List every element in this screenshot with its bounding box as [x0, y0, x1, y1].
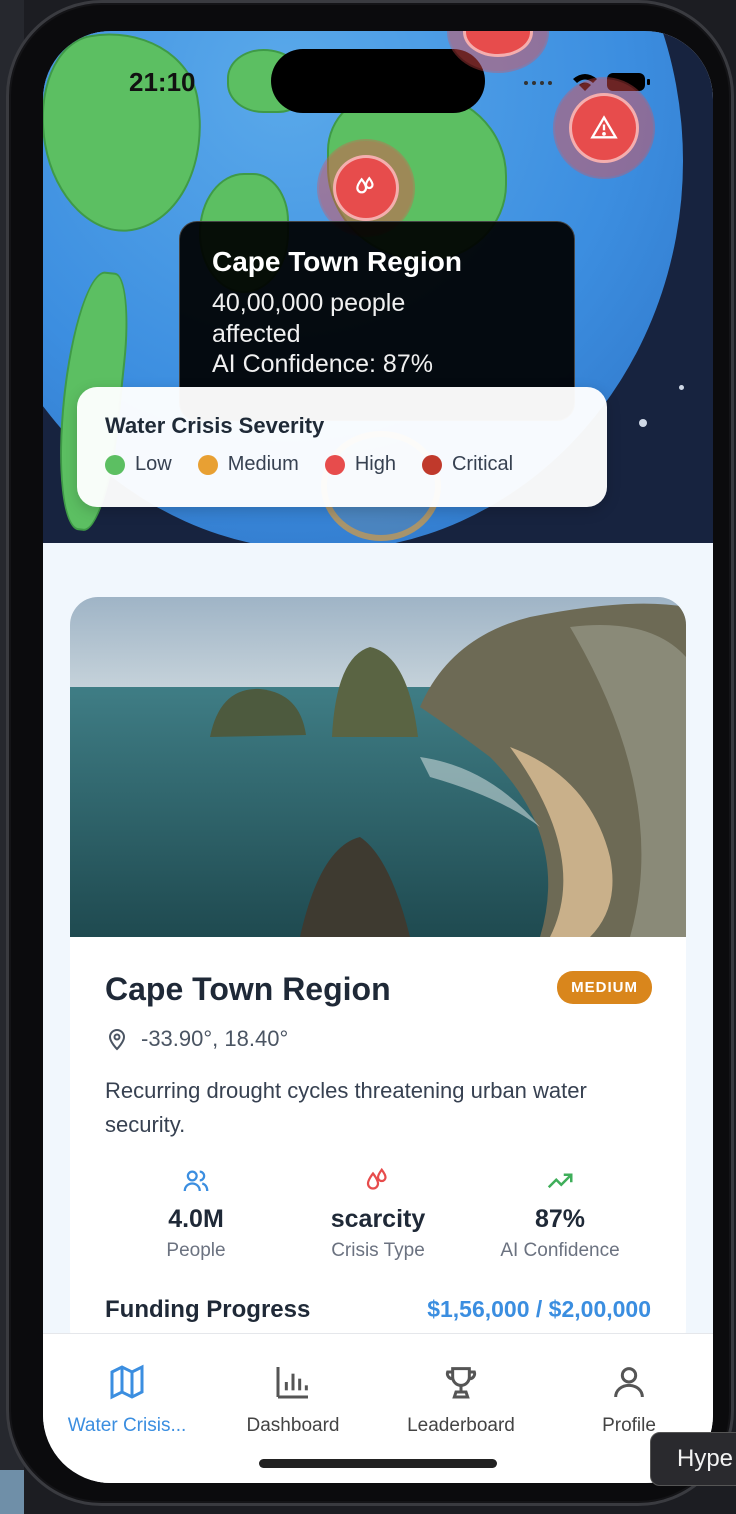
legend-title: Water Crisis Severity — [105, 413, 325, 438]
home-indicator — [259, 1459, 497, 1468]
desktop-background: 21:10 Cape Town Region 40,00,000 people … — [0, 0, 736, 1514]
card-body: Cape Town Region MEDIUM -33.90°, 18.40° … — [70, 937, 686, 1357]
bar-chart-icon — [276, 1367, 308, 1399]
legend-label: Critical — [451, 453, 514, 475]
phone-screen: 21:10 Cape Town Region 40,00,000 people … — [43, 31, 713, 1483]
drop-icon — [366, 1167, 387, 1190]
stat-value: 87% — [534, 1205, 586, 1233]
stat-label: Crisis Type — [331, 1240, 425, 1261]
location-pin-icon — [108, 1029, 126, 1051]
tooltip-confidence: AI Confidence: 87% — [212, 350, 433, 378]
hover-tooltip: Hype — [650, 1432, 736, 1486]
stat-value: scarcity — [330, 1205, 426, 1233]
severity-badge: MEDIUM — [557, 971, 652, 1004]
legend-item-low: Low — [105, 453, 172, 476]
drop-icon — [356, 176, 374, 194]
stat-crisis-type: scarcity Crisis Type — [287, 1166, 469, 1262]
legend-label: High — [354, 453, 396, 475]
legend-dot-high — [324, 454, 345, 475]
region-description: Recurring drought cycles threatening urb… — [105, 1078, 587, 1137]
legend-dot-low — [105, 454, 125, 475]
legend-dot-critical — [421, 454, 442, 475]
legend-label: Medium — [227, 453, 299, 475]
status-time: 21:10 — [129, 67, 196, 97]
trending-up-icon — [547, 1173, 573, 1189]
tab-label: Leaderboard — [407, 1415, 515, 1436]
crisis-marker-drop[interactable] — [333, 155, 399, 221]
tab-label: Water Crisis... — [67, 1415, 187, 1436]
tooltip-title: Cape Town Region — [212, 246, 462, 277]
dynamic-island — [271, 49, 485, 113]
funding-label: Funding Progress — [105, 1296, 311, 1323]
user-icon — [614, 1367, 644, 1398]
region-card[interactable]: Cape Town Region MEDIUM -33.90°, 18.40° … — [70, 597, 686, 1357]
coordinates-text: -33.90°, 18.40° — [141, 1026, 289, 1051]
tab-label: Dashboard — [246, 1415, 340, 1436]
funding-row: Funding Progress $1,56,000 / $2,00,000 — [105, 1296, 651, 1324]
tab-profile[interactable]: Profile — [545, 1362, 713, 1437]
trophy-icon — [445, 1367, 477, 1399]
map-dot — [639, 419, 647, 427]
map-icon — [110, 1364, 144, 1400]
status-icons — [523, 71, 653, 93]
legend-item-medium: Medium — [197, 453, 299, 476]
warning-icon — [590, 115, 618, 139]
stat-people: 4.0M People — [105, 1166, 287, 1262]
desktop-thumbnail — [0, 1470, 24, 1514]
crisis-map[interactable]: 21:10 Cape Town Region 40,00,000 people … — [43, 31, 713, 543]
coordinates-row: -33.90°, 18.40° — [105, 1026, 651, 1052]
legend-dot-medium — [197, 454, 218, 475]
tab-water-crisis[interactable]: Water Crisis... — [43, 1362, 211, 1437]
severity-legend: Water Crisis Severity Low Medium High Cr… — [77, 387, 607, 507]
legend-item-high: High — [324, 453, 396, 476]
funding-value: $1,56,000 / $2,00,000 — [427, 1296, 651, 1322]
tooltip-people: 40,00,000 people affected — [212, 289, 406, 348]
phone-frame: 21:10 Cape Town Region 40,00,000 people … — [6, 0, 734, 1506]
map-dot — [679, 385, 684, 390]
legend-label: Low — [135, 453, 172, 475]
region-photo — [70, 597, 686, 937]
legend-item-critical: Critical — [421, 453, 514, 476]
stat-label: AI Confidence — [500, 1240, 620, 1261]
tab-leaderboard[interactable]: Leaderboard — [377, 1362, 545, 1437]
people-icon — [183, 1170, 209, 1192]
tab-dashboard[interactable]: Dashboard — [209, 1362, 377, 1437]
stat-label: People — [166, 1240, 226, 1261]
stat-value: 4.0M — [168, 1205, 224, 1233]
stat-ai-confidence: 87% AI Confidence — [469, 1166, 651, 1262]
crisis-marker-warning[interactable] — [569, 93, 639, 163]
stats-row: 4.0M People scarcity Crisis Type 87% AI … — [105, 1166, 651, 1262]
